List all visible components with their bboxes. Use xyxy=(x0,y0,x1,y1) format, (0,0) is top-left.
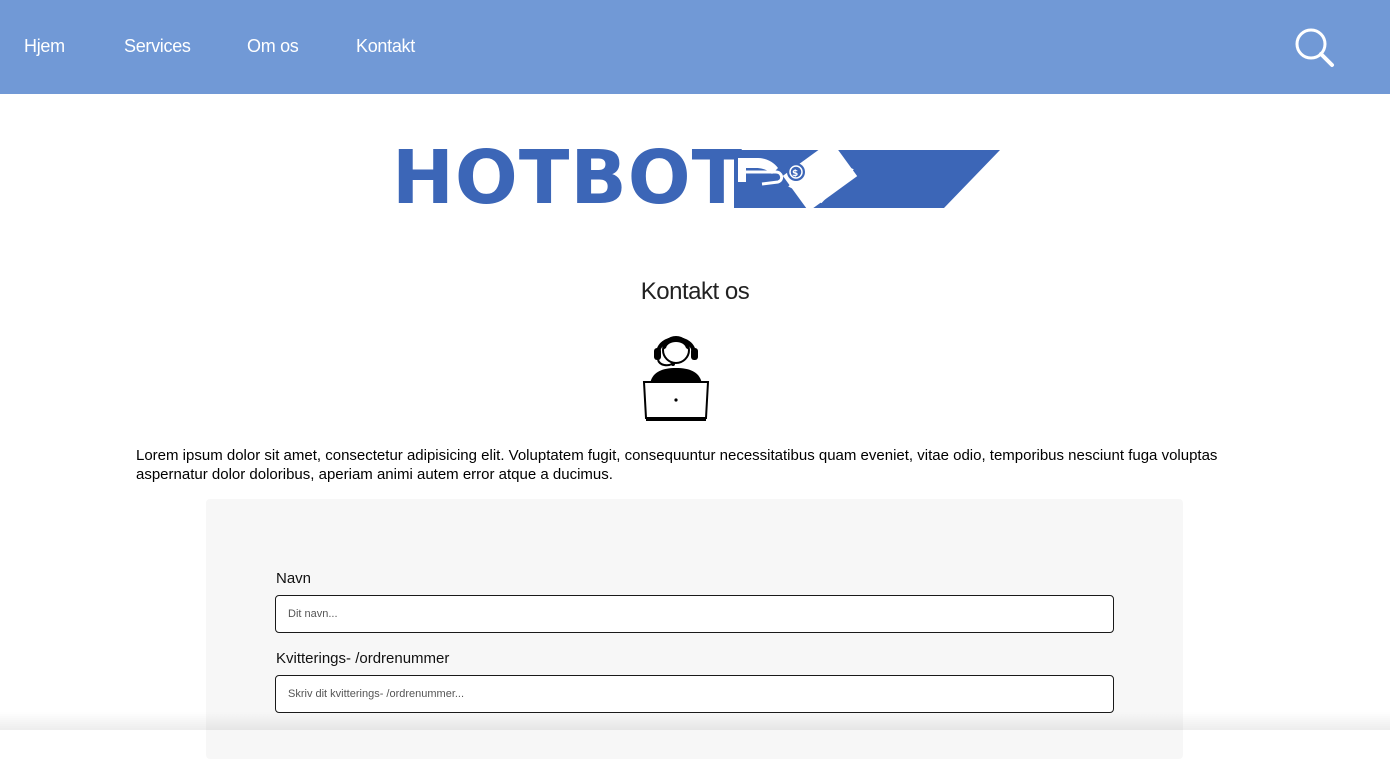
svg-text:$: $ xyxy=(792,169,798,179)
order-number-input[interactable] xyxy=(275,675,1114,713)
hotbot-logo[interactable]: HOTBOT $ xyxy=(392,132,1004,221)
nav-link-services[interactable]: Services xyxy=(124,36,191,57)
logo-wordmark: HOTBOT xyxy=(392,135,744,221)
page-title: Kontakt os xyxy=(640,278,750,305)
search-icon xyxy=(1295,28,1334,67)
hand-with-money-icon: $ xyxy=(734,140,1000,212)
support-agent-icon xyxy=(642,336,710,421)
name-field-label: Navn xyxy=(276,570,312,587)
nav-link-om-os[interactable]: Om os xyxy=(247,36,299,57)
search-button[interactable] xyxy=(1294,27,1336,69)
name-input[interactable] xyxy=(275,595,1114,633)
nav-link-kontakt[interactable]: Kontakt xyxy=(356,36,415,57)
nav-link-hjem[interactable]: Hjem xyxy=(24,36,65,57)
intro-paragraph: Lorem ipsum dolor sit amet, consectetur … xyxy=(136,447,1218,483)
top-navbar: Hjem Services Om os Kontakt xyxy=(0,0,1390,94)
order-number-field-label: Kvitterings- /ordrenummer xyxy=(276,650,450,667)
